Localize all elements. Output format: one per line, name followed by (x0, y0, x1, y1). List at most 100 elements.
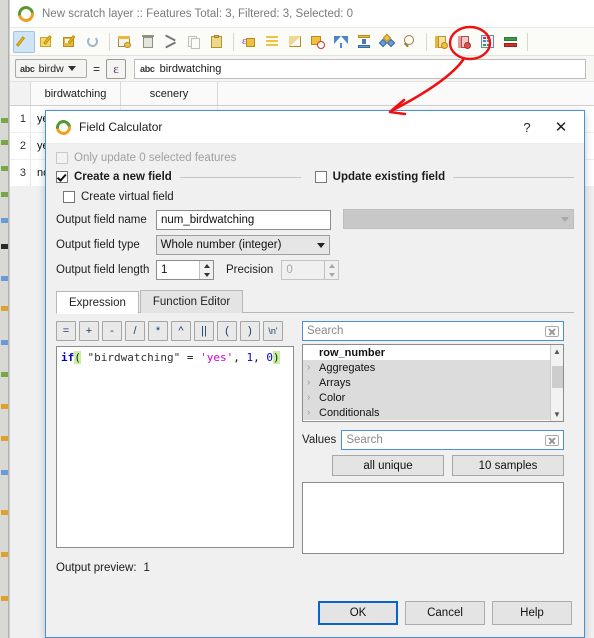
titlebar-help-button[interactable]: ? (510, 113, 544, 141)
function-tree-item-row-number[interactable]: row_number (303, 345, 563, 360)
clear-search-icon[interactable] (545, 325, 559, 337)
close-icon[interactable]: ✕ (544, 113, 578, 141)
toggle-editing-icon[interactable] (13, 30, 35, 53)
expression-left-column: = + - / * ^ || ( ) \n' if( "birdwatching… (56, 321, 294, 554)
operator-button-plus[interactable]: + (79, 321, 99, 341)
dialog-button-box: OK Cancel Help (318, 601, 572, 625)
column-header-scenery[interactable]: scenery (121, 82, 218, 105)
tab-function-editor[interactable]: Function Editor (139, 290, 244, 313)
chevron-right-icon[interactable]: › (307, 377, 319, 388)
function-tree-item-color[interactable]: › Color (303, 390, 563, 405)
copy-features-icon[interactable] (183, 31, 205, 53)
open-field-calculator-icon[interactable] (477, 31, 499, 53)
add-feature-icon[interactable] (114, 31, 136, 53)
all-unique-button[interactable]: all unique (332, 455, 444, 476)
field-calculator-titlebar: Field Calculator ? ✕ (46, 111, 584, 144)
save-layer-edits-icon[interactable] (59, 31, 81, 53)
only-update-selected-checkbox (56, 152, 68, 164)
operator-button-power[interactable]: ^ (171, 321, 191, 341)
cancel-button[interactable]: Cancel (405, 601, 485, 625)
chevron-right-icon[interactable]: › (307, 392, 319, 403)
filter-icon[interactable] (330, 31, 352, 53)
operator-button-concat[interactable]: || (194, 321, 214, 341)
scroll-up-icon[interactable]: ▲ (553, 345, 561, 358)
operator-button-open-paren[interactable]: ( (217, 321, 237, 341)
chevron-right-icon[interactable]: › (307, 362, 319, 373)
chevron-right-icon[interactable]: › (307, 407, 319, 418)
values-list[interactable] (302, 482, 564, 554)
select-by-expression-icon[interactable]: ε (238, 31, 260, 53)
output-field-length-stepper[interactable]: 1 (156, 260, 214, 280)
paste-features-icon[interactable] (206, 31, 228, 53)
create-virtual-field-checkbox[interactable] (63, 191, 75, 203)
field-value-input[interactable]: abc birdwatching (134, 58, 587, 79)
function-tree[interactable]: row_number › Aggregates › Arrays › Color… (302, 344, 564, 422)
values-label: Values (302, 434, 337, 446)
function-tree-label: Color (319, 391, 346, 404)
new-field-icon[interactable] (431, 31, 453, 53)
cut-features-icon[interactable] (160, 31, 182, 53)
operator-button-minus[interactable]: - (102, 321, 122, 341)
reload-table-icon[interactable] (82, 31, 104, 53)
create-new-field-checkbox[interactable] (56, 171, 68, 183)
function-tree-item-arrays[interactable]: › Arrays (303, 375, 563, 390)
tab-expression[interactable]: Expression (56, 291, 139, 314)
row-index: 2 (10, 133, 31, 159)
stepper-up-icon[interactable] (200, 261, 213, 270)
stepper-buttons (324, 261, 339, 279)
row-index: 1 (10, 106, 31, 132)
output-field-name-input[interactable]: num_birdwatching (156, 210, 331, 230)
chevron-down-icon (561, 216, 570, 222)
field-selector-combo[interactable]: abc birdw (15, 59, 87, 78)
update-existing-field-label: Update existing field (332, 171, 446, 183)
function-tree-label: row_number (319, 346, 386, 359)
stepper-down-icon[interactable] (200, 270, 213, 279)
expression-text-editor[interactable]: if( "birdwatching" = 'yes', 1, 0) (56, 346, 294, 548)
expression-panel: = + - / * ^ || ( ) \n' if( "birdwatching… (56, 321, 574, 554)
column-header-filler (218, 82, 594, 105)
operator-button-multiply[interactable]: * (148, 321, 168, 341)
scrollbar-track[interactable] (551, 358, 564, 408)
clear-values-search-icon[interactable] (545, 434, 559, 446)
values-search-input[interactable]: Search (341, 430, 564, 450)
select-all-icon[interactable] (261, 31, 283, 53)
toolbar-separator (109, 32, 110, 51)
chevron-down-icon (67, 66, 76, 71)
expression-token-comma: , (253, 351, 267, 364)
expression-builder-button[interactable]: ε (106, 58, 127, 79)
operator-button-newline[interactable]: \n' (263, 321, 283, 341)
delete-field-icon[interactable] (454, 31, 476, 53)
operator-button-close-paren[interactable]: ) (240, 321, 260, 341)
row-index: 3 (10, 160, 31, 186)
output-preview-label: Output preview: (56, 562, 137, 574)
stepper-buttons[interactable] (199, 261, 213, 279)
deselect-all-icon[interactable] (307, 31, 329, 53)
operator-button-divide[interactable]: / (125, 321, 145, 341)
invert-selection-icon[interactable] (284, 31, 306, 53)
ok-button[interactable]: OK (318, 601, 398, 625)
output-field-length-row: Output field length 1 Precision 0 (56, 260, 574, 280)
delete-selected-icon[interactable] (137, 31, 159, 53)
save-edits-icon[interactable] (36, 31, 58, 53)
function-search-input[interactable]: Search (302, 321, 564, 341)
create-virtual-field-row: Create virtual field (56, 191, 574, 203)
function-tree-item-conditionals[interactable]: › Conditionals (303, 405, 563, 420)
operator-button-equals[interactable]: = (56, 321, 76, 341)
scroll-down-icon[interactable]: ▼ (553, 408, 561, 421)
help-button[interactable]: Help (492, 601, 572, 625)
conditional-formatting-icon[interactable] (500, 31, 522, 53)
column-header-birdwatching[interactable]: birdwatching (31, 82, 121, 105)
zoom-to-selected-icon[interactable] (399, 31, 421, 53)
function-tree-label: Arrays (319, 376, 351, 389)
create-virtual-field-label: Create virtual field (81, 191, 174, 203)
output-field-type-combo[interactable]: Whole number (integer) (155, 235, 330, 255)
expression-token-open-paren: ( (74, 351, 81, 364)
function-tree-scrollbar[interactable]: ▲ ▼ (550, 345, 563, 421)
create-new-field-label: Create a new field (74, 171, 172, 183)
ten-samples-button[interactable]: 10 samples (452, 455, 564, 476)
move-selection-to-top-icon[interactable] (353, 31, 375, 53)
function-tree-item-aggregates[interactable]: › Aggregates (303, 360, 563, 375)
output-preview-row: Output preview: 1 (56, 562, 574, 574)
pan-to-selected-icon[interactable] (376, 31, 398, 53)
update-existing-field-checkbox[interactable] (314, 171, 327, 183)
